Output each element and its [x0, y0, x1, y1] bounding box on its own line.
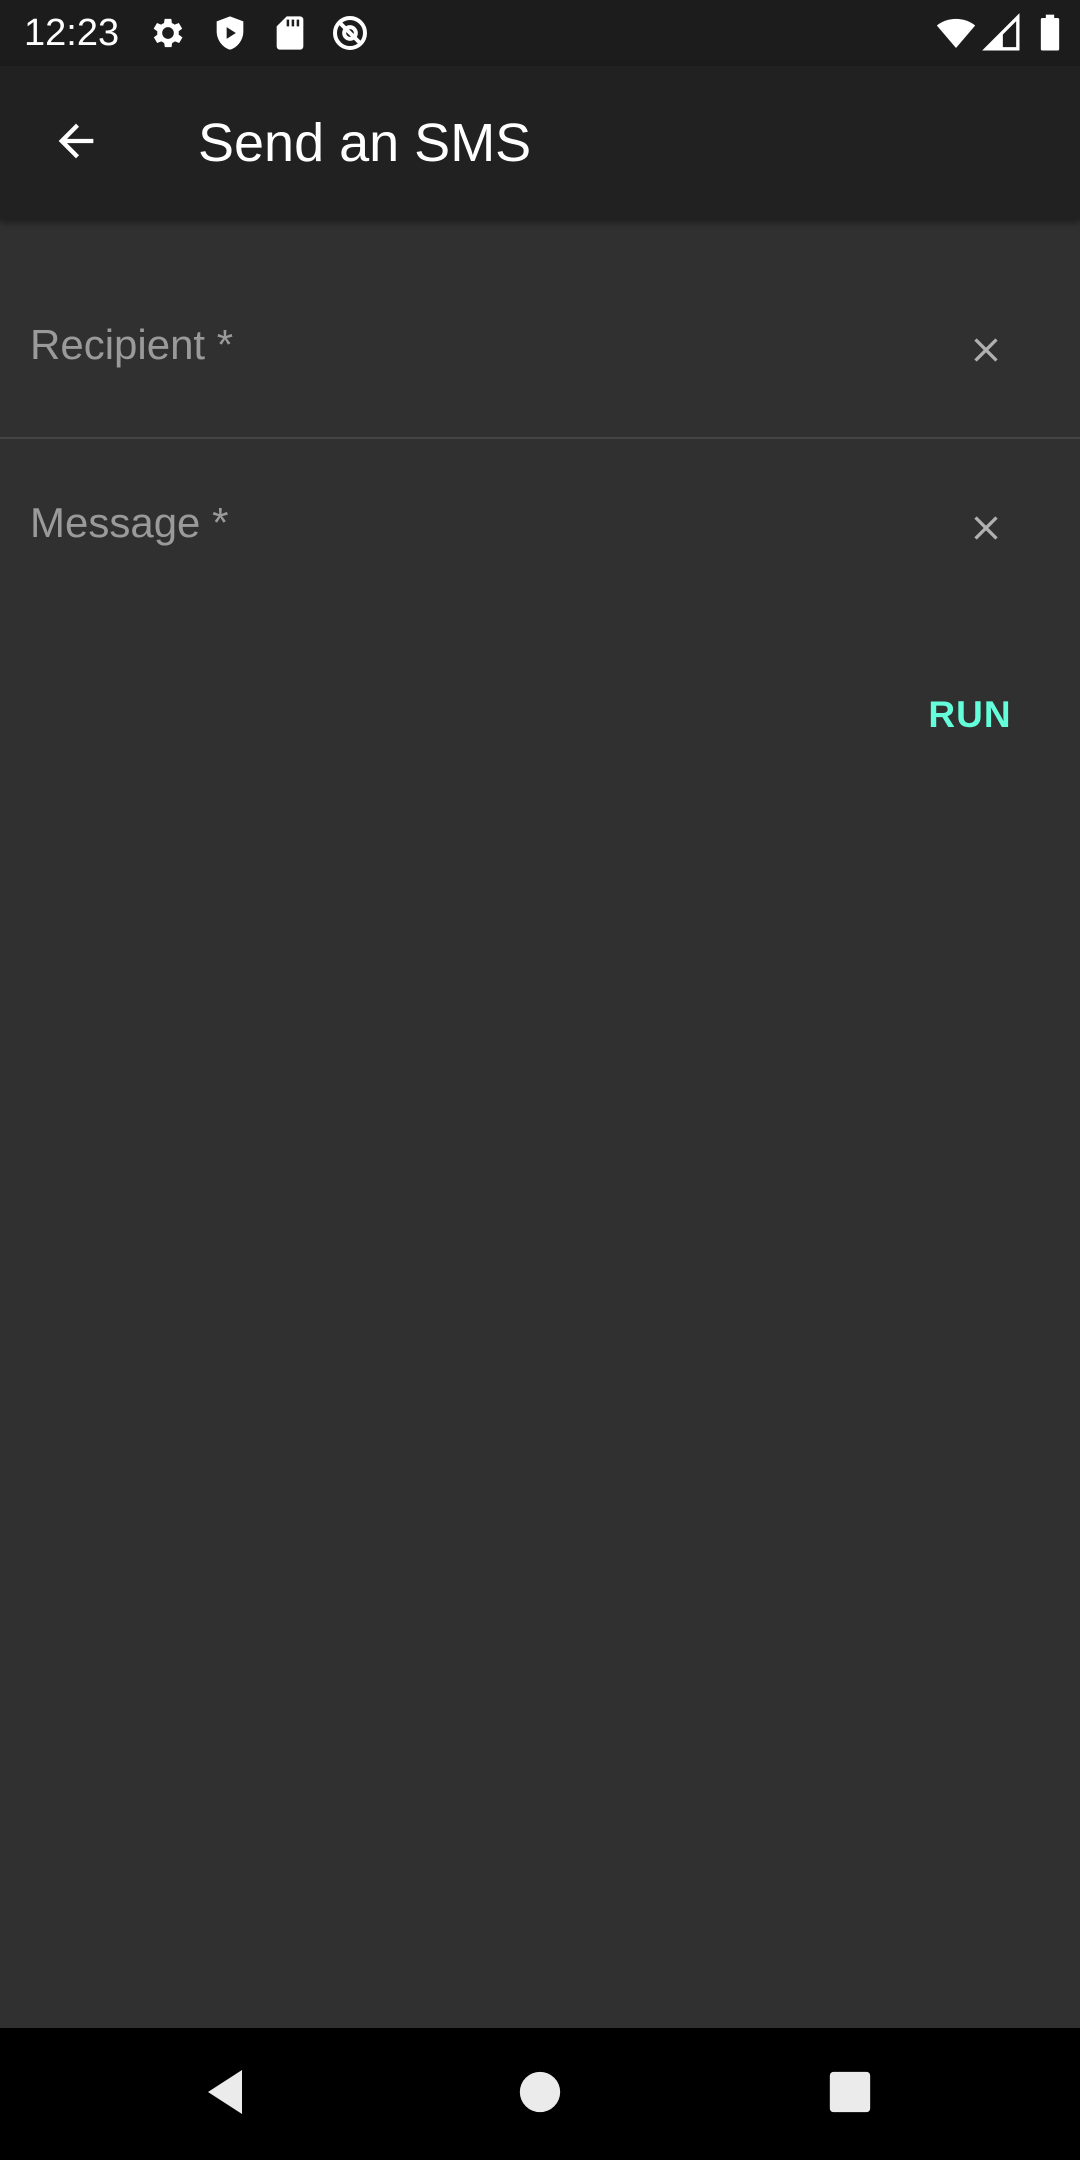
clear-message-button[interactable]: [946, 490, 1026, 570]
clear-recipient-button[interactable]: [946, 312, 1026, 392]
screen: 12:23 Send an SMS Recipient * Message * …: [0, 0, 1080, 2160]
at-sign-icon: [330, 13, 370, 53]
wifi-icon: [936, 13, 976, 53]
cellular-signal-icon: [982, 13, 1022, 53]
gear-icon: [148, 13, 188, 53]
nav-recents-button[interactable]: [810, 2054, 890, 2134]
home-circle-icon: [518, 2070, 562, 2119]
recipient-field: [0, 262, 1080, 439]
back-button[interactable]: [36, 103, 116, 183]
status-time: 12:23: [24, 12, 120, 54]
back-triangle-icon: [202, 2066, 250, 2123]
recents-square-icon: [828, 2070, 872, 2119]
app-bar: Send an SMS: [0, 66, 1080, 220]
battery-icon: [1030, 13, 1070, 53]
sd-card-icon: [270, 13, 310, 53]
close-icon: [966, 330, 1006, 375]
run-button[interactable]: RUN: [910, 680, 1030, 750]
recipient-input[interactable]: [28, 308, 932, 382]
message-input[interactable]: [28, 486, 932, 560]
arrow-back-icon: [50, 115, 102, 172]
page-title: Send an SMS: [198, 113, 532, 173]
nav-home-button[interactable]: [500, 2054, 580, 2134]
nav-back-button[interactable]: [186, 2054, 266, 2134]
shield-icon: [210, 13, 250, 53]
message-field: [0, 440, 1080, 620]
status-bar: 12:23: [0, 0, 1080, 66]
close-icon: [966, 508, 1006, 553]
navigation-bar: [0, 2028, 1080, 2160]
